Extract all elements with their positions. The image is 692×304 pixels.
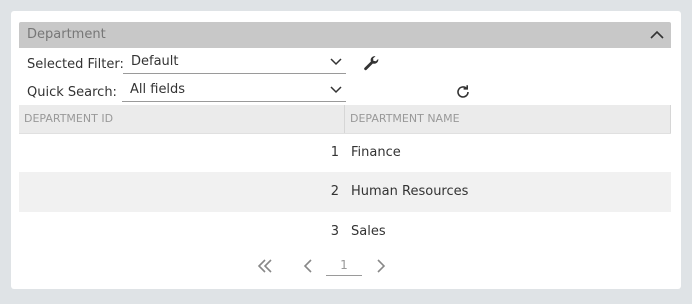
next-page-button[interactable] xyxy=(372,257,390,275)
chevron-down-icon xyxy=(330,86,342,94)
previous-page-button[interactable] xyxy=(299,257,317,275)
department-id-cell: 3 xyxy=(330,224,339,239)
table-row[interactable]: 2 Human Resources xyxy=(19,172,671,212)
chevron-up-icon xyxy=(650,30,664,39)
panel-title: Department xyxy=(27,27,106,42)
table-row[interactable]: 1 Finance xyxy=(19,133,671,173)
department-name-cell: Sales xyxy=(351,224,386,239)
table-row[interactable]: 3 Sales xyxy=(19,212,671,252)
department-id-cell: 2 xyxy=(330,184,339,199)
chevron-down-icon xyxy=(330,58,342,66)
wrench-icon xyxy=(364,56,379,71)
first-page-button[interactable] xyxy=(256,257,274,275)
selected-filter-value: Default xyxy=(131,54,179,69)
refresh-button[interactable] xyxy=(454,83,472,101)
department-name-cell: Finance xyxy=(351,145,401,160)
department-id-cell: 1 xyxy=(330,145,339,160)
department-panel: Department Selected Filter: Default Quic… xyxy=(11,11,681,289)
page-number[interactable]: 1 xyxy=(326,256,362,276)
column-header-department-id[interactable]: DEPARTMENT ID xyxy=(19,105,345,133)
chevron-right-icon xyxy=(377,259,386,273)
filter-settings-button[interactable] xyxy=(362,54,380,72)
quick-search-label: Quick Search: xyxy=(27,85,117,100)
double-chevron-left-icon xyxy=(257,259,272,273)
department-name-cell: Human Resources xyxy=(351,184,469,199)
quick-search-scope-dropdown[interactable]: All fields xyxy=(122,79,346,102)
selected-filter-label: Selected Filter: xyxy=(27,57,124,72)
chevron-left-icon xyxy=(303,259,312,273)
collapse-button[interactable] xyxy=(647,25,667,45)
grid-header: DEPARTMENT ID DEPARTMENT NAME xyxy=(19,105,671,134)
selected-filter-dropdown[interactable]: Default xyxy=(123,51,346,74)
column-header-department-name[interactable]: DEPARTMENT NAME xyxy=(345,105,671,133)
refresh-icon xyxy=(457,85,469,98)
quick-search-scope-value: All fields xyxy=(130,82,186,97)
panel-header: Department xyxy=(19,22,671,48)
